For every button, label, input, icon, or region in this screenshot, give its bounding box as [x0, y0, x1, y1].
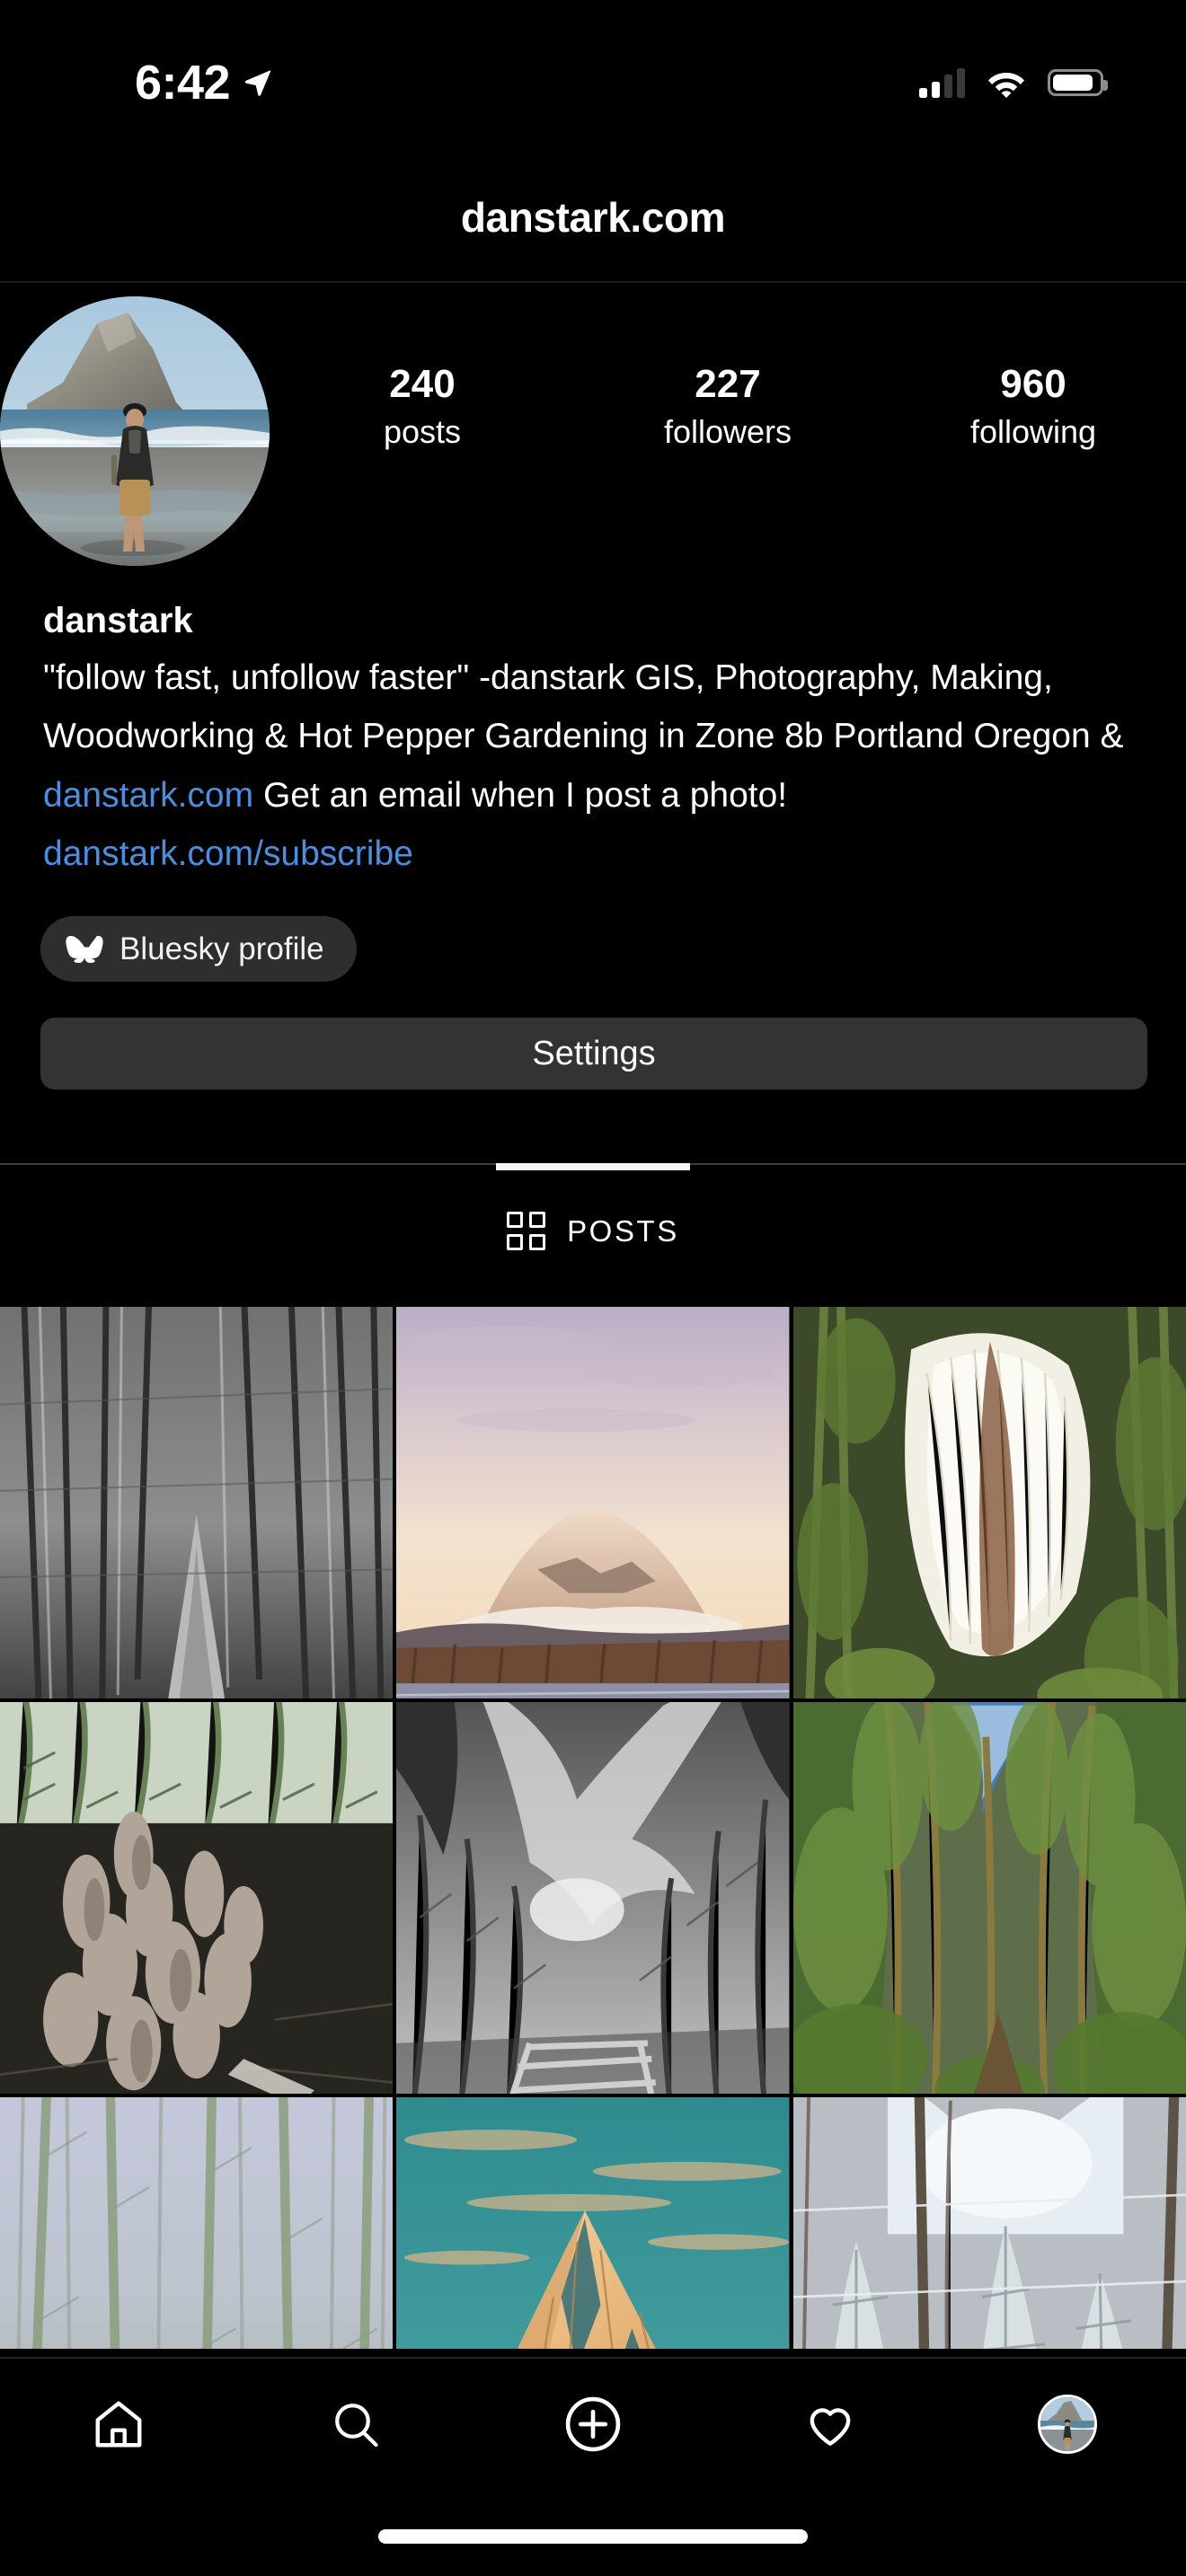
status-time: 6:42 — [135, 56, 231, 110]
bio-link-website[interactable]: danstark.com — [43, 776, 253, 815]
stat-followers-value: 227 — [695, 362, 761, 406]
bio-block: danstark "follow fast, unfollow faster" … — [43, 597, 1153, 884]
post-image — [396, 2097, 790, 2349]
bluesky-profile-chip[interactable]: Bluesky profile — [40, 916, 357, 982]
stats-row: 240 posts 227 followers 960 following — [270, 296, 1186, 456]
post-image — [0, 1702, 394, 2094]
location-arrow-icon — [245, 70, 271, 96]
page-title: danstark.com — [460, 193, 726, 241]
search-icon — [335, 2404, 378, 2448]
tab-posts[interactable]: POSTS — [0, 1212, 1186, 1250]
home-indicator — [378, 2529, 808, 2544]
nav-search[interactable] — [237, 2397, 474, 2451]
post-tile[interactable] — [396, 2097, 790, 2349]
profile-summary: 240 posts 227 followers 960 following — [0, 296, 1186, 566]
stat-followers-label: followers — [663, 412, 792, 450]
home-icon — [95, 2401, 142, 2448]
post-tile[interactable] — [396, 1702, 790, 2094]
stat-posts-label: posts — [383, 412, 462, 450]
avatar-image — [0, 296, 270, 566]
instagram-profile-screen: 6:42 danstark.com 240 posts 227 follower… — [0, 0, 1186, 2576]
post-tile[interactable] — [792, 1702, 1186, 2094]
post-tile[interactable] — [792, 2097, 1186, 2349]
post-tile[interactable] — [0, 1307, 394, 1698]
nav-create[interactable] — [474, 2392, 712, 2457]
post-image — [0, 2097, 394, 2349]
avatar-container[interactable] — [0, 296, 270, 566]
stat-posts-value: 240 — [389, 362, 456, 406]
bio-segment-text: "follow fast, unfollow faster" -danstark… — [43, 657, 1124, 756]
avatar[interactable] — [0, 296, 270, 566]
stat-following[interactable]: 960 following — [881, 361, 1186, 456]
post-image — [396, 1702, 790, 2094]
nav-activity[interactable] — [712, 2396, 949, 2452]
profile-avatar-icon — [1038, 2395, 1097, 2454]
post-tile[interactable] — [0, 1702, 394, 2094]
nav-avatar-image — [1040, 2397, 1094, 2451]
create-plus-icon — [565, 2396, 621, 2452]
profile-bio: "follow fast, unfollow faster" -danstark… — [43, 648, 1153, 884]
nav-home[interactable] — [0, 2396, 237, 2452]
bio-segment-text-2: Get an email when I post a photo! — [253, 775, 788, 815]
post-tile[interactable] — [396, 1307, 790, 1698]
post-image — [396, 1307, 790, 1698]
stat-followers[interactable]: 227 followers — [575, 361, 881, 456]
bottom-navigation-bar — [0, 2357, 1186, 2490]
bluesky-chip-label: Bluesky profile — [119, 931, 324, 966]
post-image — [792, 1307, 1186, 1698]
profile-tab-bar: POSTS — [0, 1163, 1186, 1307]
stat-posts[interactable]: 240 posts — [270, 361, 575, 456]
status-bar: 6:42 — [0, 0, 1186, 153]
heart-icon — [810, 2408, 851, 2446]
posts-grid — [0, 1307, 1186, 2349]
wifi-icon — [988, 73, 1024, 98]
post-tile[interactable] — [792, 1307, 1186, 1698]
grid-icon — [507, 1212, 546, 1250]
butterfly-icon — [66, 935, 103, 963]
active-tab-indicator — [496, 1163, 690, 1170]
post-image — [0, 1307, 394, 1698]
settings-button[interactable]: Settings — [40, 1018, 1147, 1090]
post-image — [792, 2097, 1186, 2349]
bio-link-subscribe[interactable]: danstark.com/subscribe — [43, 834, 413, 873]
nav-profile[interactable] — [949, 2395, 1186, 2454]
tab-posts-label: POSTS — [567, 1213, 679, 1248]
cellular-signal-icon — [919, 67, 965, 98]
profile-username: danstark — [43, 601, 193, 640]
post-image — [792, 1702, 1186, 2094]
stat-following-label: following — [969, 412, 1097, 450]
settings-button-label: Settings — [532, 1034, 656, 1072]
stat-following-value: 960 — [1000, 362, 1067, 406]
post-tile[interactable] — [0, 2097, 394, 2349]
status-bar-left: 6:42 — [135, 55, 273, 110]
status-bar-right — [919, 67, 1108, 98]
battery-icon — [1048, 69, 1108, 96]
header-bar: danstark.com — [0, 153, 1186, 283]
